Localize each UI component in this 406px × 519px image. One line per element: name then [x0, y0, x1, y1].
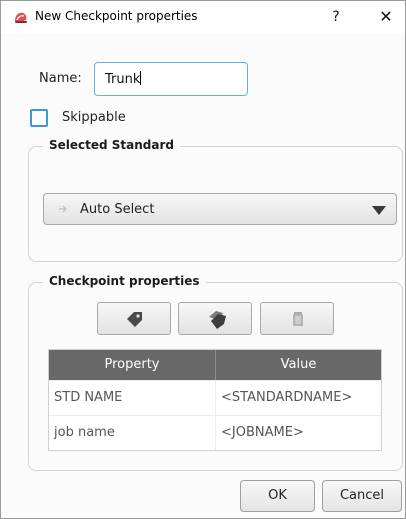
tags-icon: [209, 311, 226, 329]
standard-select-value: Auto Select: [80, 202, 155, 217]
auto-select-icon: [59, 205, 67, 213]
checkpoint-properties-title: Checkpoint properties: [43, 274, 206, 288]
add-property-button[interactable]: [97, 302, 171, 335]
property-cell[interactable]: job name: [49, 416, 216, 450]
selected-standard-title: Selected Standard: [43, 138, 181, 152]
trash-icon: [293, 312, 303, 326]
add-multiple-properties-button[interactable]: [178, 302, 252, 335]
ok-button[interactable]: OK: [240, 480, 315, 512]
properties-table: Property Value STD NAME <STANDARDNAME> j…: [48, 349, 382, 451]
close-button[interactable]: ✕: [373, 4, 399, 30]
cancel-button[interactable]: Cancel: [322, 480, 402, 512]
table-row[interactable]: job name <JOBNAME>: [49, 415, 381, 450]
value-cell[interactable]: <STANDARDNAME>: [216, 381, 381, 415]
table-row[interactable]: STD NAME <STANDARDNAME>: [49, 380, 381, 415]
checkpoint-properties-dialog: New Checkpoint properties ? ✕ Name: Trun…: [0, 0, 406, 519]
name-label: Name:: [39, 71, 82, 86]
dropdown-arrow-icon: [372, 206, 386, 215]
value-cell[interactable]: <JOBNAME>: [216, 416, 381, 450]
title-bar[interactable]: New Checkpoint properties ? ✕: [1, 1, 405, 33]
skippable-checkbox[interactable]: [30, 109, 48, 127]
table-header: Property Value: [49, 350, 381, 380]
delete-property-button[interactable]: [260, 302, 334, 335]
property-cell[interactable]: STD NAME: [49, 381, 216, 415]
column-header-value[interactable]: Value: [216, 350, 381, 380]
name-input[interactable]: Trunk: [94, 62, 248, 96]
help-button[interactable]: ?: [323, 4, 349, 30]
column-header-property[interactable]: Property: [49, 350, 216, 380]
name-input-value: Trunk: [105, 72, 141, 87]
tag-icon: [127, 312, 142, 327]
window-title: New Checkpoint properties: [35, 9, 198, 23]
app-logo-icon: [15, 12, 27, 23]
skippable-label: Skippable: [62, 110, 126, 125]
standard-select[interactable]: Auto Select: [43, 193, 397, 225]
text-caret: [140, 71, 142, 85]
